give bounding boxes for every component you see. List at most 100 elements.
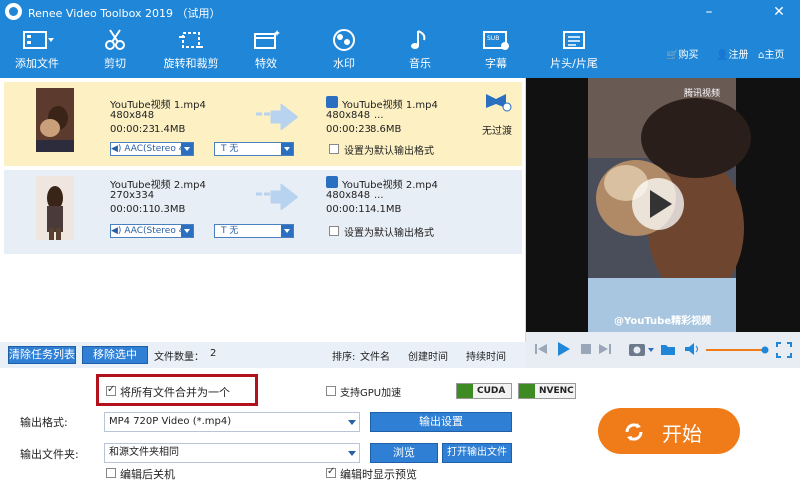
fullscreen-icon[interactable] [776, 342, 792, 358]
video-preview[interactable]: 腾讯视频 @YouTube精彩视频 [526, 78, 800, 332]
merge-all-checkbox[interactable] [106, 384, 116, 396]
toolbar-cut[interactable]: 剪切 [90, 28, 140, 76]
svg-text:SUB: SUB [487, 35, 499, 42]
input-resolution: 480x848 [110, 110, 155, 121]
preview-top-watermark: 腾讯视频 [684, 89, 721, 99]
next-icon[interactable] [598, 342, 612, 356]
output-size: 4.1MB [370, 204, 402, 215]
toolbar-intro-outro[interactable]: 片头/片尾 [544, 28, 604, 76]
stop-icon[interactable] [580, 343, 592, 355]
volume-icon[interactable] [684, 342, 700, 356]
toolbar-subtitle[interactable]: SUB 字幕 [474, 28, 518, 76]
play-icon[interactable] [556, 341, 572, 357]
convert-arrow-icon [256, 184, 298, 210]
intro-outro-icon [563, 31, 585, 49]
clear-task-list-button[interactable]: 清除任务列表 [8, 346, 76, 364]
nvidia-icon [457, 384, 473, 398]
subtitle-select[interactable]: T 无 [214, 142, 294, 156]
player-controls [526, 332, 800, 368]
output-folder-value: 和源文件夹相同 [109, 447, 179, 458]
toolbar-label: 剪切 [104, 57, 126, 70]
register-label: 注册 [728, 50, 749, 61]
toolbar-watermark[interactable]: 水印 [322, 28, 366, 76]
shutdown-after-checkbox[interactable] [106, 468, 116, 478]
set-default-checkbox[interactable] [329, 144, 339, 154]
buy-label: 购买 [678, 50, 699, 61]
minimize-button[interactable]: – [694, 2, 724, 22]
transition-icon[interactable] [484, 92, 512, 114]
file-row[interactable]: YouTube视频 2.mp4 270x334 00:00:11 0.3MB Y… [4, 170, 522, 254]
input-file-name: YouTube视频 1.mp4 [110, 100, 206, 111]
toolbar-label: 音乐 [409, 57, 431, 70]
output-extra: ... [374, 110, 384, 121]
folder-icon[interactable] [660, 342, 676, 356]
toolbar-music[interactable]: 音乐 [398, 28, 442, 76]
subtitle-value: 无 [229, 144, 239, 154]
dropdown-arrow-icon [281, 143, 293, 155]
output-format-select[interactable]: MP4 720P Video (*.mp4) [104, 412, 360, 432]
output-resolution: 480x848 [326, 190, 371, 201]
text-icon: T [221, 226, 227, 236]
open-output-folder-button[interactable]: 打开输出文件 [442, 443, 512, 463]
sort-by-duration[interactable]: 持续时间 [466, 348, 506, 363]
video-thumbnail [36, 88, 74, 152]
scissors-icon [105, 29, 125, 50]
buy-link[interactable]: 🛒购买 [666, 46, 698, 61]
user-icon: 👤 [716, 50, 729, 61]
gpu-accel-checkbox[interactable] [326, 386, 336, 396]
music-note-icon [411, 30, 426, 49]
convert-arrow-icon [256, 104, 298, 130]
output-settings-button[interactable]: 输出设置 [370, 412, 512, 432]
output-size: 8.6MB [370, 124, 402, 135]
toolbar-effects[interactable]: 特效 [244, 28, 288, 76]
dropdown-arrow-icon [281, 225, 293, 237]
start-button[interactable]: 开始 [598, 408, 740, 454]
input-size: 1.4MB [154, 124, 186, 135]
input-file-name: YouTube视频 2.mp4 [110, 180, 206, 191]
edit-output-icon[interactable] [326, 176, 338, 188]
output-folder-select[interactable]: 和源文件夹相同 [104, 443, 360, 463]
sort-by-name[interactable]: 文件名 [360, 348, 390, 363]
browse-button[interactable]: 浏览 [370, 443, 438, 463]
dropdown-arrow-icon [181, 143, 193, 155]
edit-output-icon[interactable] [326, 96, 338, 108]
file-list: YouTube视频 1.mp4 480x848 00:00:23 1.4MB Y… [0, 78, 526, 342]
subtitle-select[interactable]: T 无 [214, 224, 294, 238]
output-extra: ... [374, 190, 384, 201]
file-count-value: 2 [210, 348, 217, 359]
set-default-checkbox[interactable] [329, 226, 339, 236]
audio-track-select[interactable]: ◀) AAC(Stereo 4 [110, 142, 194, 156]
toolbar-label: 旋转和裁剪 [163, 57, 219, 70]
input-duration: 00:00:23 [110, 124, 155, 135]
home-label: 主页 [764, 50, 785, 61]
toolbar-add-file[interactable]: 添加文件 [8, 28, 66, 76]
audio-track-select[interactable]: ◀) AAC(Stereo 4 [110, 224, 194, 238]
toolbar-label: 水印 [333, 57, 355, 70]
output-file-name: YouTube视频 1.mp4 [342, 100, 438, 111]
input-resolution: 270x334 [110, 190, 155, 201]
show-preview-checkbox[interactable] [326, 466, 336, 478]
show-preview-label: 编辑时显示预览 [340, 468, 417, 481]
output-format-label: 输出格式: [20, 416, 68, 429]
start-label: 开始 [662, 422, 702, 446]
cuda-label: CUDA [477, 386, 506, 396]
previous-icon[interactable] [534, 342, 548, 356]
remove-selected-button[interactable]: 移除选中 [82, 346, 148, 364]
dropdown-arrow-icon [348, 420, 356, 425]
nvidia-icon [519, 384, 535, 398]
close-button[interactable]: ✕ [764, 2, 794, 22]
output-duration: 00:00:11 [326, 204, 371, 215]
sort-by-created[interactable]: 创建时间 [408, 348, 448, 363]
cart-icon: 🛒 [666, 50, 679, 61]
preview-caption: @YouTube精彩视频 [614, 316, 712, 327]
shutdown-after-label: 编辑后关机 [120, 468, 175, 481]
list-action-bar: 清除任务列表 移除选中 文件数量： 2 排序: 文件名 创建时间 持续时间 [0, 342, 526, 368]
set-default-label: 设置为默认输出格式 [344, 146, 434, 157]
file-row[interactable]: YouTube视频 1.mp4 480x848 00:00:23 1.4MB Y… [4, 82, 522, 166]
register-link[interactable]: 👤注册 [716, 46, 748, 61]
toolbar-rotate-crop[interactable]: 旋转和裁剪 [158, 28, 224, 76]
snapshot-camera-icon[interactable] [628, 341, 656, 357]
app-logo-icon [5, 3, 22, 20]
volume-slider[interactable] [706, 346, 770, 354]
home-link[interactable]: ⌂主页 [758, 46, 784, 61]
